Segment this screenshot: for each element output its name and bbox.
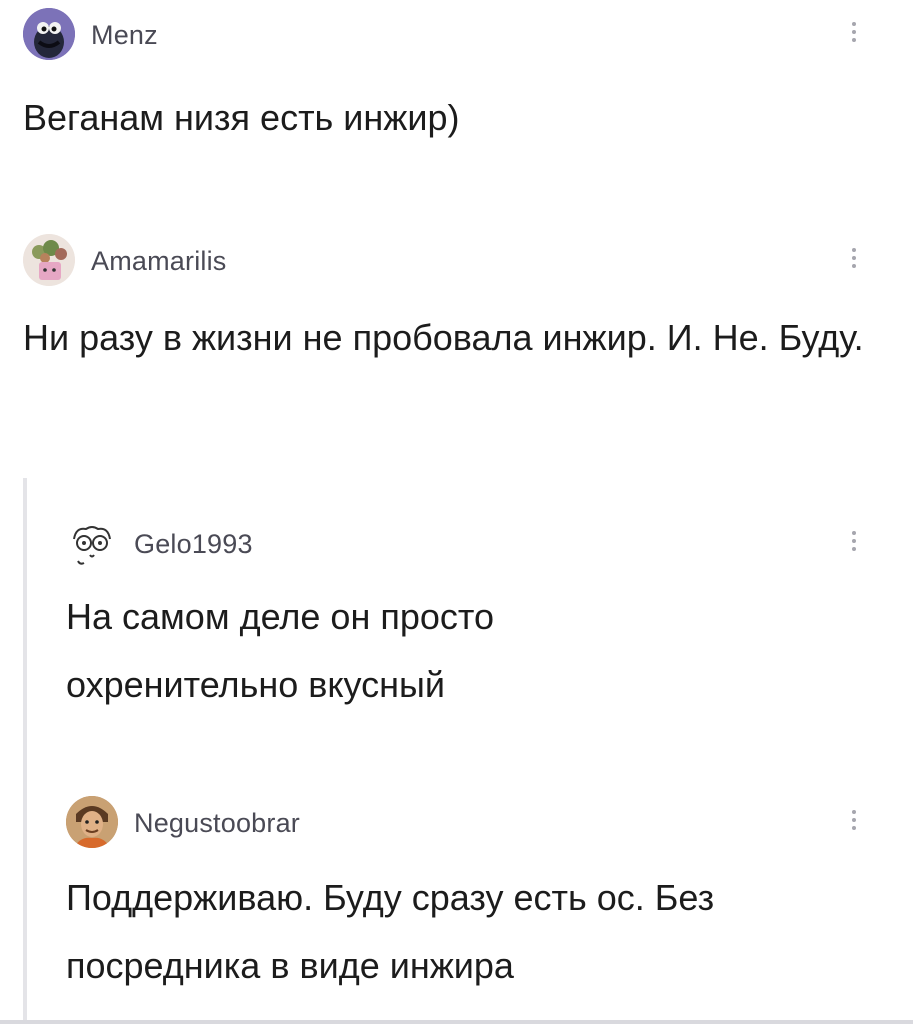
- comment-menz: Menz Веганам низя есть инжир): [23, 8, 893, 188]
- avatar[interactable]: [66, 796, 118, 848]
- avatar[interactable]: [66, 517, 118, 569]
- more-vertical-icon[interactable]: [849, 806, 859, 840]
- avatar[interactable]: [23, 8, 75, 60]
- username[interactable]: Amamarilis: [91, 246, 227, 277]
- comment-header: Gelo1993: [66, 517, 893, 573]
- comment-text: Поддерживаю. Буду сразу есть ос. Без пос…: [66, 877, 715, 986]
- username[interactable]: Negustoobrar: [134, 808, 300, 839]
- comment-text: Ни разу в жизни не пробовала инжир. И. Н…: [23, 317, 864, 358]
- avatar[interactable]: [23, 234, 75, 286]
- username[interactable]: Menz: [91, 20, 158, 51]
- comment-negustoobrar: Negustoobrar Поддерживаю. Буду сразу ест…: [66, 796, 893, 1016]
- comment-amamarilis: Amamarilis Ни разу в жизни не пробовала …: [23, 234, 893, 454]
- comments-thread: Menz Веганам низя есть инжир) Amamarilis…: [0, 0, 913, 1024]
- comment-text: Веганам низя есть инжир): [23, 97, 460, 138]
- flower-pot-avatar-icon: [23, 234, 75, 286]
- comment-header: Negustoobrar: [66, 796, 893, 852]
- comment-header: Menz: [23, 8, 893, 64]
- comment-text: На самом деле он просто охренительно вку…: [66, 596, 494, 705]
- comment-header: Amamarilis: [23, 234, 893, 290]
- username[interactable]: Gelo1993: [134, 529, 253, 560]
- reply-thread-line[interactable]: [23, 478, 27, 1024]
- more-vertical-icon[interactable]: [849, 18, 859, 52]
- comment-gelo1993: Gelo1993 На самом деле он просто охренит…: [66, 517, 893, 717]
- more-vertical-icon[interactable]: [849, 527, 859, 561]
- cookie-monster-avatar-icon: [23, 8, 75, 60]
- bottom-divider: [0, 1020, 913, 1024]
- portrait-avatar-icon: [66, 796, 118, 848]
- more-vertical-icon[interactable]: [849, 244, 859, 278]
- cartoon-face-avatar-icon: [66, 517, 118, 569]
